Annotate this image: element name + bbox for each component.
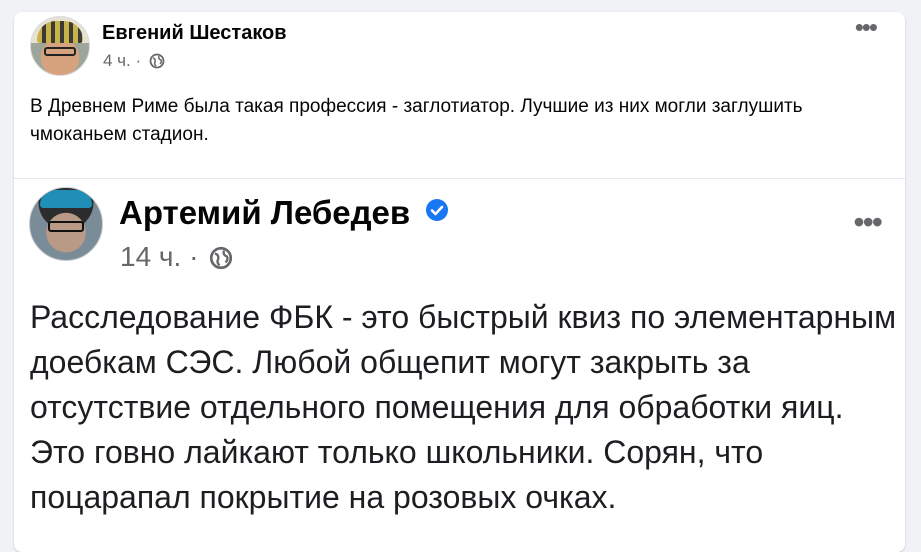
embedded-post[interactable]: Артемий Лебедев 14 ч. · ••• Расследовани… [14,178,905,545]
author-name[interactable]: Евгений Шестаков [102,22,287,45]
post-header: Евгений Шестаков 4 ч. · [30,16,890,76]
embedded-more-options-button[interactable]: ••• [853,206,883,238]
embedded-post-time[interactable]: 14 ч. [120,241,181,272]
more-options-button[interactable]: ••• [855,14,878,41]
embedded-author-name[interactable]: Артемий Лебедев [119,192,449,232]
globe-icon[interactable] [209,245,233,277]
post-time[interactable]: 4 ч. [103,51,131,70]
embedded-post-meta: 14 ч. · [120,241,233,277]
more-dots-icon: ••• [854,12,878,42]
embedded-author-avatar[interactable] [29,187,103,261]
post-meta: 4 ч. · [103,51,165,74]
avatar-glasses [48,221,84,232]
globe-icon[interactable] [149,53,165,74]
embedded-post-text: Расследование ФБК - это быстрый квиз по … [30,299,897,515]
more-dots-icon: ••• [853,204,883,240]
author-avatar[interactable] [30,16,90,76]
avatar-glasses [44,47,76,56]
embedded-author-name-text: Артемий Лебедев [119,194,411,231]
post-text: В Древнем Риме была такая профессия - за… [30,96,803,145]
meta-separator: · [135,51,142,70]
verified-badge-icon [425,192,449,230]
avatar-hair [40,190,92,208]
avatar-hat [37,21,83,43]
meta-separator: · [189,241,199,272]
